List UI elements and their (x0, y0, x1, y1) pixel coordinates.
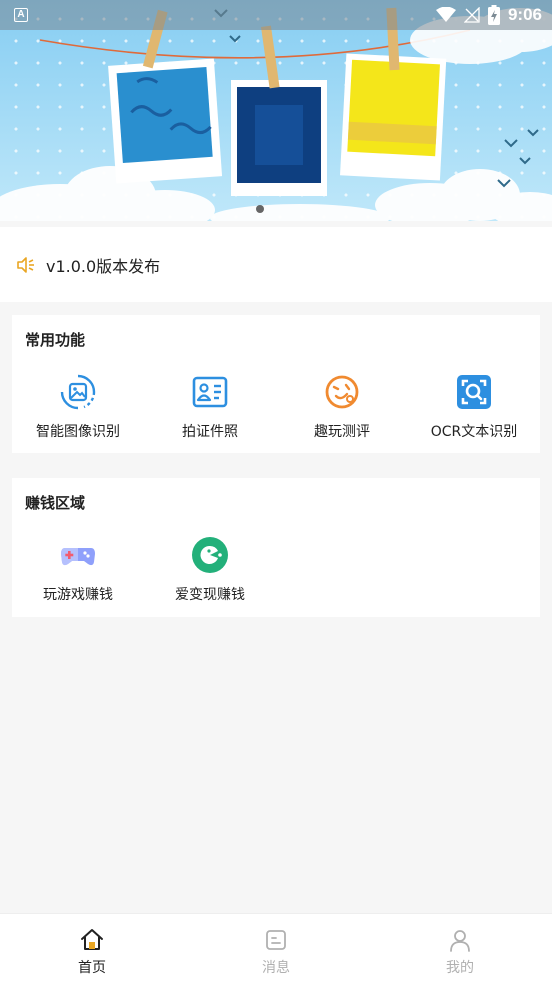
announcement-bar[interactable]: v1.0.0版本发布 (0, 227, 552, 302)
face-icon (323, 373, 361, 411)
section-title: 常用功能 (25, 331, 86, 349)
signal-icon (463, 7, 480, 23)
earn-money-card: 赚钱区域 玩游戏赚钱 爱变现赚钱 (12, 478, 540, 617)
feature-label: OCR文本识别 (430, 424, 518, 440)
profile-icon (450, 930, 470, 952)
banner-carousel[interactable]: A 9:06 (0, 0, 552, 221)
feature-ocr[interactable]: OCR文本识别 (408, 373, 540, 441)
nav-home[interactable]: 首页 (0, 914, 184, 983)
feature-label: 智能图像识别 (36, 424, 120, 440)
pacman-icon (191, 536, 229, 574)
section-title: 赚钱区域 (25, 494, 86, 512)
image-recognition-icon (59, 373, 97, 411)
id-card-icon (191, 373, 229, 411)
feature-label: 拍证件照 (182, 424, 238, 440)
home-icon (81, 929, 103, 950)
feature-play-games[interactable]: 玩游戏赚钱 (12, 536, 144, 604)
status-badge: A (14, 8, 28, 22)
feature-id-photo[interactable]: 拍证件照 (144, 373, 276, 441)
ocr-scan-icon (455, 373, 493, 411)
status-bar: A 9:06 (0, 0, 552, 30)
speaker-icon (17, 256, 34, 273)
nav-label: 我的 (446, 960, 474, 976)
feature-fun-test[interactable]: 趣玩测评 (276, 373, 408, 441)
bottom-navigation: 首页 消息 我的 (0, 913, 552, 983)
carousel-indicator (0, 205, 552, 213)
feature-label: 趣玩测评 (314, 424, 370, 440)
feature-label: 玩游戏赚钱 (43, 587, 113, 603)
feature-label: 爱变现赚钱 (175, 587, 245, 603)
nav-label: 首页 (78, 960, 106, 976)
status-time: 9:06 (507, 5, 542, 24)
feature-monetize[interactable]: 爱变现赚钱 (144, 536, 276, 604)
battery-icon (487, 5, 500, 25)
nav-profile[interactable]: 我的 (368, 914, 552, 983)
announcement-text: v1.0.0版本发布 (46, 256, 161, 276)
message-icon (266, 930, 286, 950)
banner-image (0, 7, 552, 221)
wifi-icon (435, 7, 456, 22)
feature-image-recognition[interactable]: 智能图像识别 (12, 373, 144, 441)
carousel-dot-1[interactable] (256, 205, 264, 213)
gamepad-icon (59, 536, 97, 574)
nav-messages[interactable]: 消息 (184, 914, 368, 983)
common-functions-card: 常用功能 智能图像识别 拍证件照 趣玩测评 OCR文本识别 (12, 315, 540, 453)
nav-label: 消息 (262, 960, 290, 976)
